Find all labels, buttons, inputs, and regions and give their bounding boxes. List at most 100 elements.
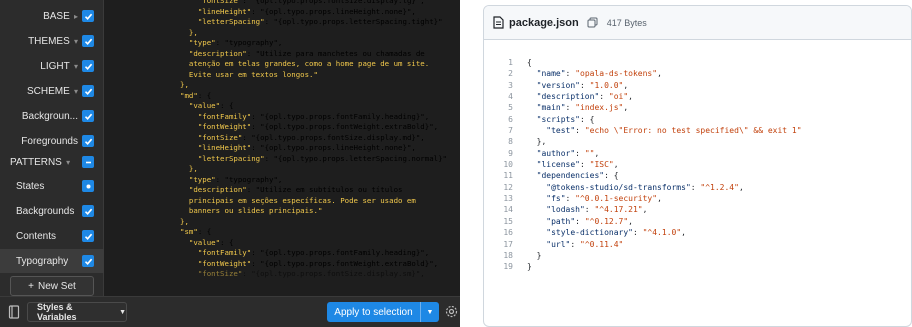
token-set-checkbox[interactable]	[82, 135, 94, 147]
editor-line: "sm": {	[180, 227, 212, 236]
line-text: "version": "1.0.0",	[536, 80, 629, 90]
line-text: "license": "ISC",	[536, 160, 619, 170]
token-set-label: Backgroun...	[21, 110, 78, 122]
editor-line: "md": {	[180, 90, 212, 100]
editor-line: "description": "Utilize em subtítulos ou…	[188, 185, 403, 194]
new-set-button[interactable]: + New Set	[10, 276, 94, 296]
line-text: {	[527, 58, 532, 67]
token-set-backgrounds[interactable]: Backgrounds	[0, 199, 104, 223]
token-set-contents[interactable]: Contents	[0, 224, 104, 248]
token-set-scheme[interactable]: SCHEME ▾	[0, 79, 104, 103]
code-line: 11 "dependencies": {	[484, 170, 911, 181]
editor-line: "lineHeight": "{opl.typo.props.lineHeigh…	[197, 6, 416, 16]
token-set-checkbox[interactable]	[82, 180, 94, 192]
editor-line: "fontFamily": "{opl.typo.props.fontFamil…	[197, 111, 430, 121]
line-number[interactable]: 6	[484, 114, 527, 125]
line-number[interactable]: 15	[484, 216, 527, 227]
line-number[interactable]: 16	[484, 227, 527, 238]
token-set-checkbox[interactable]	[82, 255, 94, 267]
line-text: "@tokens-studio/sd-transforms": "^1.2.4"…	[546, 182, 744, 192]
token-set-checkbox[interactable]	[82, 35, 94, 47]
line-number[interactable]: 5	[484, 102, 527, 113]
line-text: }	[527, 250, 542, 260]
token-set-label: SCHEME ▾	[26, 85, 78, 97]
token-set-states[interactable]: States	[0, 174, 104, 198]
token-set-label: Backgrounds	[16, 205, 75, 217]
line-text: "scripts": {	[536, 114, 595, 124]
file-name: package.json	[509, 16, 579, 29]
line-number[interactable]: 2	[484, 68, 527, 79]
line-number[interactable]: 18	[484, 250, 527, 261]
line-number[interactable]: 14	[484, 204, 527, 215]
line-text: "lodash": "^4.17.21",	[546, 205, 648, 215]
token-set-checkbox[interactable]	[82, 205, 94, 217]
token-set-label: LIGHT ▾	[40, 60, 78, 72]
code-line: 13 "fs": "^0.0.1-security",	[484, 193, 911, 204]
token-sets-sidebar: BASE ▸ THEMES ▾ LIGHT ▾ SCHEME ▾ Backgroun..…	[0, 0, 104, 296]
line-number[interactable]: 8	[484, 136, 527, 147]
line-text: "main": "index.js",	[536, 103, 629, 113]
copy-path-icon[interactable]	[587, 17, 598, 28]
line-number[interactable]: 17	[484, 239, 527, 250]
line-text: }	[527, 262, 532, 272]
docs-book-icon[interactable]	[8, 305, 20, 319]
line-number[interactable]: 10	[484, 159, 527, 170]
editor-line: "fontWeight": "{opl.typo.props.fontWeigh…	[197, 258, 439, 268]
chevron-right-icon[interactable]: ▸	[72, 12, 78, 21]
line-number[interactable]: 19	[484, 261, 527, 272]
code-line: 15 "path": "^0.12.7",	[484, 216, 911, 227]
file-header: package.json 417 Bytes	[484, 6, 911, 40]
editor-line: },	[180, 216, 189, 226]
token-set-typography[interactable]: Typography	[0, 249, 104, 273]
editor-line: "fontFamily": "{opl.typo.props.fontFamil…	[197, 248, 430, 257]
chevron-down-icon[interactable]: ▾	[64, 158, 70, 167]
token-set-patterns[interactable]: PATTERNS ▾	[0, 150, 104, 174]
styles-variables-dropdown[interactable]: Styles & Variables ▼	[27, 302, 127, 322]
editor-line: principais em seções específicas. Pode s…	[188, 195, 416, 205]
json-token-editor[interactable]: "fontSize": "{opl.typo.props.fontSize.di…	[108, 0, 460, 296]
editor-line: "fontSize": "{opl.typo.props.fontSize.di…	[197, 132, 425, 142]
editor-line: banners ou slides principais."	[188, 206, 323, 215]
editor-line: "value": {	[188, 101, 234, 110]
line-number[interactable]: 1	[484, 57, 527, 68]
editor-line: "type": "typography",	[188, 174, 283, 184]
chevron-down-icon[interactable]: ▾	[72, 87, 78, 96]
token-set-backgroun[interactable]: Backgroun...	[0, 104, 104, 128]
line-number[interactable]: 12	[484, 182, 527, 193]
line-number[interactable]: 7	[484, 125, 527, 136]
token-set-light[interactable]: LIGHT ▾	[0, 54, 104, 78]
token-set-checkbox[interactable]	[82, 10, 94, 22]
token-set-base[interactable]: BASE ▸	[0, 4, 104, 28]
chevron-down-icon[interactable]: ▾	[72, 62, 78, 71]
tokens-studio-panel: BASE ▸ THEMES ▾ LIGHT ▾ SCHEME ▾ Backgroun..…	[0, 0, 460, 327]
line-number[interactable]: 9	[484, 148, 527, 159]
apply-to-selection-button[interactable]: Apply to selection ▼	[327, 302, 439, 322]
github-file-viewer: package.json 417 Bytes 1{2 "name": "opal…	[483, 5, 912, 327]
code-line: 19}	[484, 261, 911, 272]
file-icon	[493, 16, 504, 29]
file-size: 417 Bytes	[606, 17, 647, 28]
line-number[interactable]: 4	[484, 91, 527, 102]
editor-line: atenção em telas grandes, como a home pa…	[188, 59, 430, 68]
chevron-down-icon[interactable]: ▾	[72, 37, 78, 46]
line-number[interactable]: 3	[484, 80, 527, 91]
apply-options-chevron-icon[interactable]: ▼	[421, 309, 439, 316]
token-set-checkbox[interactable]	[82, 230, 94, 242]
token-set-checkbox[interactable]	[82, 156, 94, 168]
new-set-label: New Set	[38, 280, 76, 292]
token-set-themes[interactable]: THEMES ▾	[0, 29, 104, 53]
gear-icon[interactable]	[445, 305, 458, 318]
plus-icon: +	[28, 280, 35, 292]
line-text: "test": "echo \"Error: no test specified…	[546, 126, 802, 136]
code-line: 3 "version": "1.0.0",	[484, 80, 911, 91]
code-line: 18 }	[484, 250, 911, 261]
token-set-label: Contents	[16, 230, 57, 242]
code-line: 4 "description": "oi",	[484, 91, 911, 102]
line-number[interactable]: 13	[484, 193, 527, 204]
token-set-checkbox[interactable]	[82, 110, 94, 122]
line-text: "fs": "^0.0.1-security",	[546, 194, 662, 204]
code-line: 17 "url": "^0.11.4"	[484, 239, 911, 250]
line-number[interactable]: 11	[484, 170, 527, 181]
token-set-checkbox[interactable]	[82, 85, 94, 97]
token-set-checkbox[interactable]	[82, 60, 94, 72]
